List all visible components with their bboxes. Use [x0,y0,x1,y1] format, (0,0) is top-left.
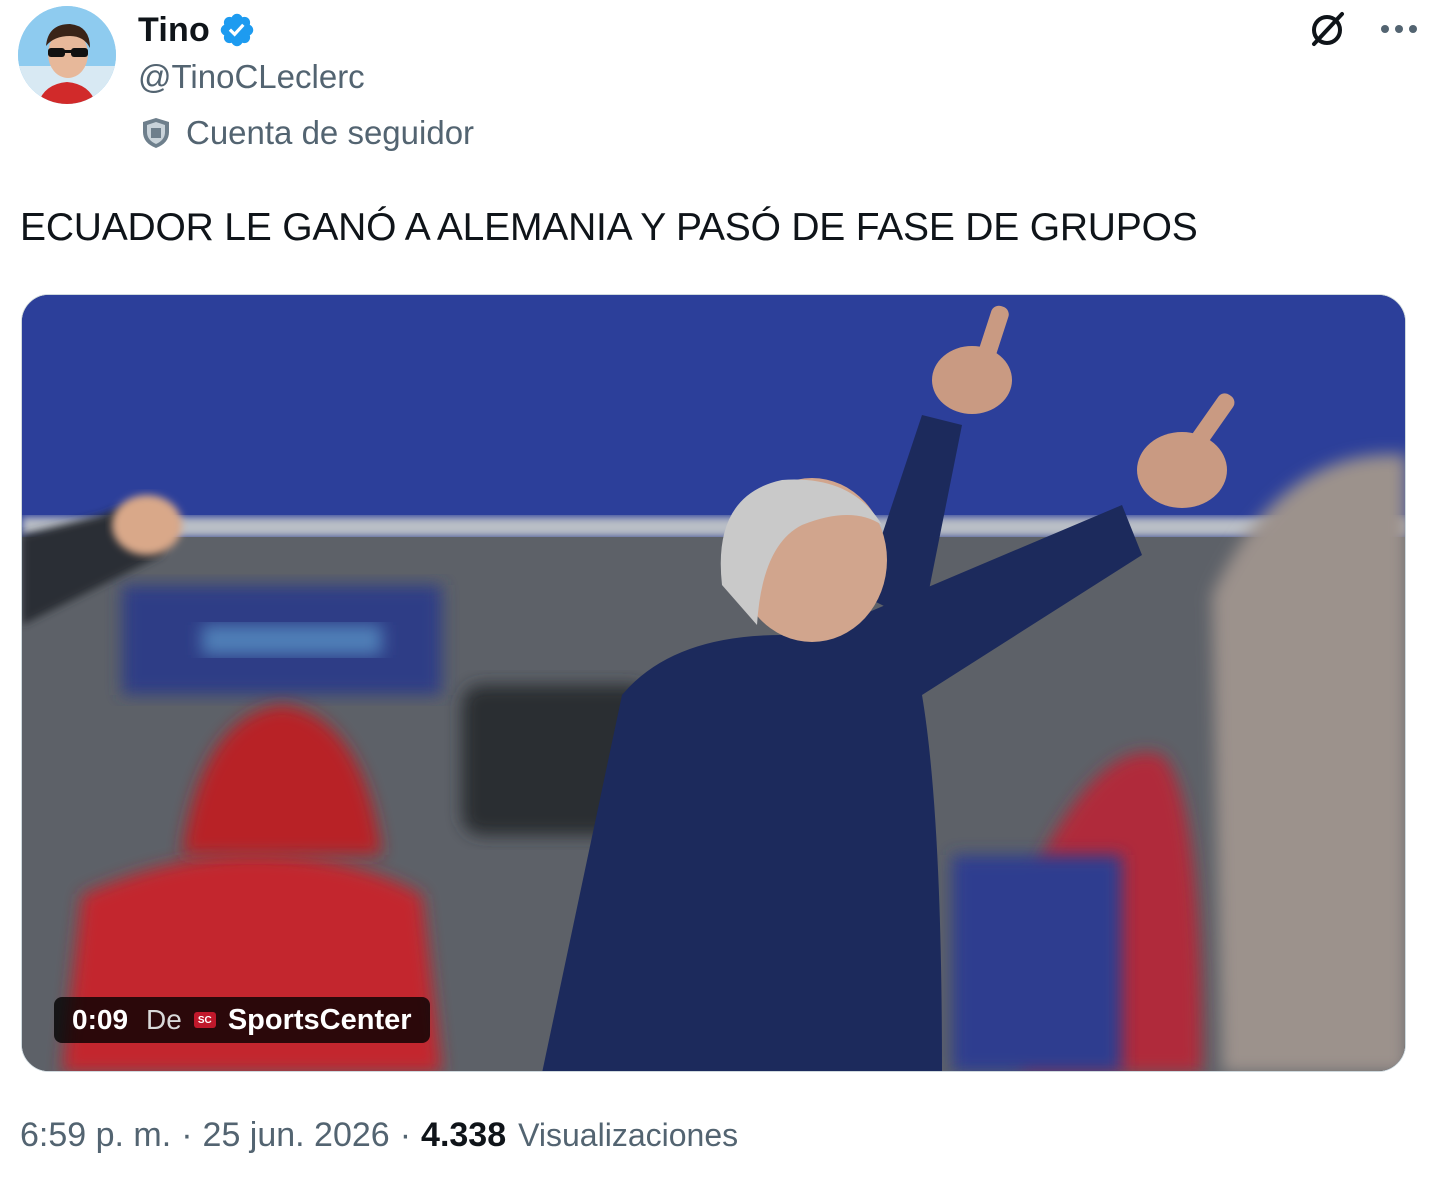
views-count: 4.338 [421,1116,507,1154]
tweet-time[interactable]: 6:59 p. m. [20,1116,171,1155]
tweet-actions [1304,6,1422,52]
grok-button[interactable] [1304,6,1350,52]
follower-account-row: Cuenta de seguidor [140,114,474,152]
meta-separator: · [399,1116,412,1154]
tweet-meta: 6:59 p. m. · 25 jun. 2026 · 4.338 Visual… [20,1116,738,1155]
author-handle[interactable]: @TinoCLeclerc [138,58,365,96]
shield-icon [143,118,169,148]
sportscenter-logo-icon: SC [193,1012,216,1028]
grok-icon [1312,12,1344,46]
video-player[interactable]: 0:09 De SC SportsCenter [21,294,1406,1072]
follower-account-label: Cuenta de seguidor [186,114,475,151]
verified-badge-icon [220,13,254,47]
display-name[interactable]: Tino [138,11,210,50]
tweet-text: ECUADOR LE GANÓ A ALEMANIA Y PASÓ DE FAS… [20,206,1198,249]
author-name-row: Tino [138,8,256,52]
avatar[interactable] [18,6,116,104]
views-label: Visualizaciones [518,1117,739,1153]
more-options-icon [1381,25,1417,33]
meta-separator: · [181,1116,193,1154]
video-duration: 0:09 [72,1004,129,1035]
more-options-button[interactable] [1376,6,1422,52]
video-frame [22,295,1405,1071]
tweet-date[interactable]: 25 jun. 2026 [203,1116,390,1155]
video-source-name[interactable]: SportsCenter [228,1004,412,1037]
video-from-label: De [146,1004,182,1035]
video-overlay-badge: 0:09 De SC SportsCenter [54,997,430,1043]
